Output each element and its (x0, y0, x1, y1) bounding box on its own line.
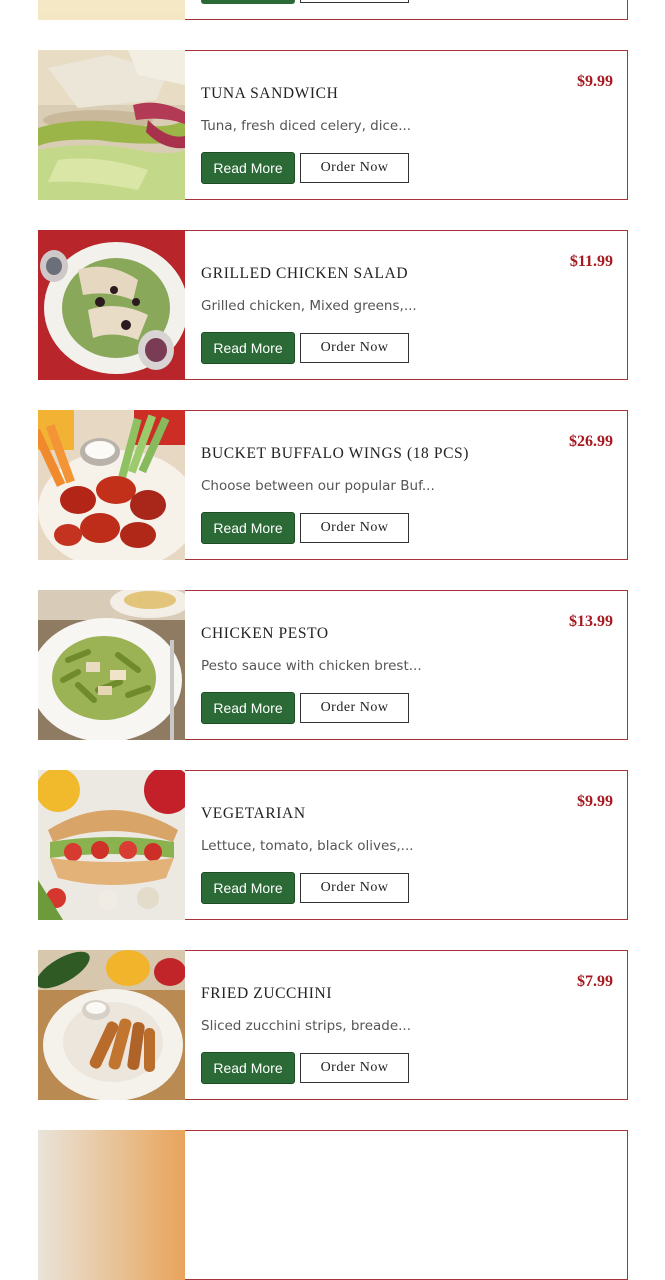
vegetarian-sandwich-photo[interactable] (38, 770, 185, 920)
item-description: Lettuce, tomato, black olives,... (201, 838, 414, 854)
food-photo (38, 1130, 185, 1280)
menu-card: BUCKET BUFFALO WINGS (18 PCS) $26.99 Cho… (38, 410, 628, 560)
item-price: $26.99 (569, 433, 613, 450)
read-more-button[interactable]: Read More (201, 512, 295, 544)
menu-card: FRIED ZUCCHINI $7.99 Sliced zucchini str… (38, 950, 628, 1100)
item-title: TUNA SANDWICH (201, 85, 339, 102)
read-more-button[interactable]: Read More (201, 332, 295, 364)
item-title: CHICKEN PESTO (201, 625, 329, 642)
item-price: $9.99 (577, 73, 613, 90)
order-now-button[interactable]: Order Now (300, 873, 409, 903)
item-title: VEGETARIAN (201, 805, 306, 822)
read-more-button[interactable] (201, 0, 295, 4)
read-more-button[interactable]: Read More (201, 692, 295, 724)
order-now-button[interactable] (300, 0, 409, 3)
item-price: $7.99 (577, 973, 613, 990)
menu-card: CHICKEN PESTO $13.99 Pesto sauce with ch… (38, 590, 628, 740)
item-title: GRILLED CHICKEN SALAD (201, 265, 409, 282)
read-more-button[interactable]: Read More (201, 1052, 295, 1084)
tuna-sandwich-photo[interactable] (38, 50, 185, 200)
item-description: Choose between our popular Buf... (201, 478, 435, 494)
buffalo-wings-photo[interactable] (38, 410, 185, 560)
menu-card-partial-top (38, 0, 628, 20)
item-title: BUCKET BUFFALO WINGS (18 PCS) (201, 445, 470, 462)
food-photo (38, 0, 185, 20)
fried-zucchini-photo[interactable] (38, 950, 185, 1100)
menu-card-partial-bottom (38, 1130, 628, 1280)
chicken-pesto-photo[interactable] (38, 590, 185, 740)
read-more-button[interactable]: Read More (201, 872, 295, 904)
menu-card: TUNA SANDWICH $9.99 Tuna, fresh diced ce… (38, 50, 628, 200)
order-now-button[interactable]: Order Now (300, 1053, 409, 1083)
item-price: $9.99 (577, 793, 613, 810)
item-price: $13.99 (569, 613, 613, 630)
item-description: Grilled chicken, Mixed greens,... (201, 298, 417, 314)
item-description: Pesto sauce with chicken brest... (201, 658, 422, 674)
menu-card: VEGETARIAN $9.99 Lettuce, tomato, black … (38, 770, 628, 920)
order-now-button[interactable]: Order Now (300, 513, 409, 543)
item-description: Tuna, fresh diced celery, dice... (201, 118, 412, 134)
grilled-chicken-salad-photo[interactable] (38, 230, 185, 380)
read-more-button[interactable]: Read More (201, 152, 295, 184)
item-title: FRIED ZUCCHINI (201, 985, 333, 1002)
order-now-button[interactable]: Order Now (300, 333, 409, 363)
order-now-button[interactable]: Order Now (300, 153, 409, 183)
order-now-button[interactable]: Order Now (300, 693, 409, 723)
item-price: $11.99 (569, 253, 613, 270)
item-description: Sliced zucchini strips, breade... (201, 1018, 412, 1034)
menu-card: GRILLED CHICKEN SALAD $11.99 Grilled chi… (38, 230, 628, 380)
